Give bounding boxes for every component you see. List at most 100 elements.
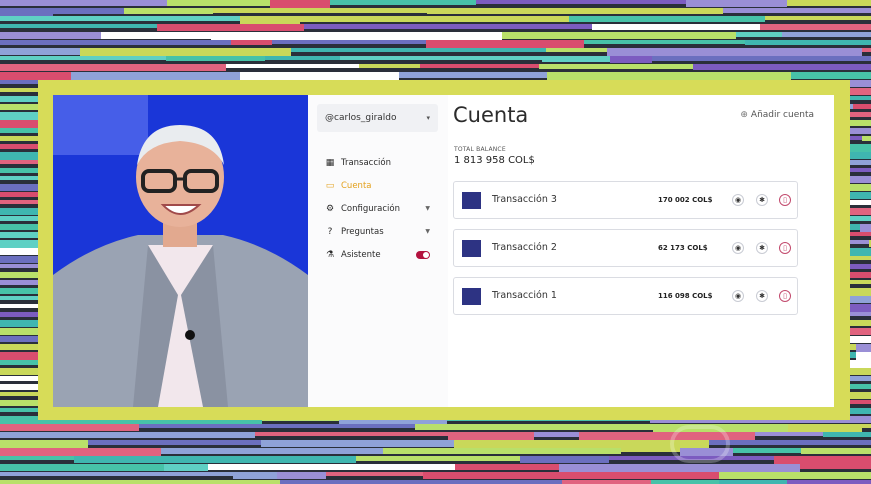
- background-stripe: [330, 0, 476, 5]
- background-stripe: [255, 432, 448, 436]
- background-stripe: [448, 432, 534, 440]
- background-stripe: [291, 48, 546, 52]
- background-stripe: [356, 456, 520, 461]
- view-icon[interactable]: ◉: [732, 242, 744, 254]
- background-stripe: [272, 40, 426, 44]
- settings-icon[interactable]: ✱: [756, 194, 768, 206]
- settings-icon[interactable]: ✱: [756, 242, 768, 254]
- sidebar-nav: ▦ Transacción ▭ Cuenta ⚙ Configuración ▼…: [324, 151, 430, 266]
- background-stripe: [733, 448, 801, 453]
- sidebar-item-preguntas[interactable]: ? Preguntas ▼: [324, 220, 430, 243]
- background-stripe: [862, 136, 871, 141]
- question-icon: ?: [327, 226, 333, 237]
- background-stripe: [0, 72, 71, 80]
- sidebar-item-transaccion[interactable]: ▦ Transacción: [324, 151, 430, 174]
- transaction-thumbnail: [462, 288, 481, 305]
- background-stripe: [0, 8, 53, 16]
- sidebar-item-cuenta[interactable]: ▭ Cuenta: [324, 174, 430, 197]
- background-stripe: [610, 56, 652, 63]
- background-stripe: [0, 464, 164, 471]
- background-stripe: [139, 424, 415, 428]
- user-selector[interactable]: @carlos_giraldo ▾: [317, 104, 438, 132]
- presenter-figure: [53, 125, 308, 407]
- balance-value: 1 813 958 COL$: [454, 155, 535, 166]
- background-stripe: [719, 472, 871, 479]
- channel-logo-watermark: [670, 425, 730, 463]
- transaction-amount: 62 173 COL$: [658, 244, 708, 252]
- transaction-row[interactable]: Transacción 1 116 098 COL$ ◉ ✱ ▯: [453, 277, 798, 315]
- background-stripe: [326, 472, 423, 476]
- background-stripe: [420, 64, 539, 68]
- background-stripe: [0, 64, 226, 71]
- sidebar-item-label: Configuración: [341, 203, 400, 214]
- gear-icon: ⚙: [325, 203, 335, 214]
- transaction-name: Transacción 2: [492, 242, 557, 253]
- background-stripe: [213, 8, 427, 13]
- background-stripe: [562, 480, 651, 484]
- delete-icon[interactable]: ▯: [779, 194, 791, 206]
- settings-icon[interactable]: ✱: [756, 290, 768, 302]
- background-stripe: [569, 16, 765, 22]
- background-stripe: [101, 32, 211, 39]
- background-stripe: [860, 224, 871, 232]
- background-stripe: [0, 56, 166, 60]
- add-account-button[interactable]: ⊕ Añadir cuenta: [740, 110, 814, 120]
- background-stripe: [760, 24, 871, 30]
- background-stripe: [592, 24, 760, 30]
- page-title: Cuenta: [453, 103, 529, 127]
- background-stripe: [80, 48, 291, 56]
- asistente-toggle[interactable]: [416, 250, 430, 259]
- background-stripe: [476, 0, 686, 4]
- background-stripe: [850, 160, 871, 165]
- background-stripe: [862, 48, 871, 52]
- delete-icon[interactable]: ▯: [779, 290, 791, 302]
- background-stripe: [693, 64, 871, 70]
- transaction-row[interactable]: Transacción 2 62 173 COL$ ◉ ✱ ▯: [453, 229, 798, 267]
- background-stripe: [359, 64, 420, 68]
- view-icon[interactable]: ◉: [732, 194, 744, 206]
- background-stripe: [542, 56, 610, 62]
- background-stripe: [607, 48, 862, 56]
- background-stripe: [709, 440, 871, 445]
- background-stripe: [787, 480, 871, 484]
- background-stripe: [853, 104, 871, 109]
- background-stripe: [455, 464, 559, 470]
- background-stripe: [166, 56, 265, 61]
- sidebar-item-configuracion[interactable]: ⚙ Configuración ▼: [324, 197, 430, 220]
- background-stripe: [226, 64, 359, 68]
- background-stripe: [157, 24, 304, 31]
- background-stripe: [53, 8, 124, 14]
- background-stripe: [0, 48, 80, 55]
- background-stripe: [547, 72, 791, 80]
- background-stripe: [0, 456, 74, 460]
- background-stripe: [856, 352, 871, 360]
- view-icon[interactable]: ◉: [732, 290, 744, 302]
- background-stripe: [546, 48, 607, 52]
- delete-icon[interactable]: ▯: [779, 242, 791, 254]
- chevron-down-icon: ▼: [425, 205, 430, 212]
- background-stripe: [426, 40, 584, 48]
- transaction-amount: 116 098 COL$: [658, 292, 713, 300]
- background-stripe: [74, 456, 356, 463]
- background-stripe: [0, 0, 167, 6]
- banking-app-window: @carlos_giraldo ▾ ▦ Transacción ▭ Cuenta…: [308, 95, 834, 407]
- add-account-label: Añadir cuenta: [750, 110, 814, 120]
- background-stripe: [270, 0, 330, 8]
- background-stripe: [277, 472, 326, 479]
- background-stripe: [423, 472, 719, 479]
- background-stripe: [856, 344, 871, 352]
- sidebar-item-asistente[interactable]: ⚗ Asistente: [324, 243, 430, 266]
- background-stripe: [304, 24, 592, 29]
- background-stripe: [88, 440, 261, 445]
- background-stripe: [520, 456, 609, 463]
- transaction-row[interactable]: Transacción 3 170 002 COL$ ◉ ✱ ▯: [453, 181, 798, 219]
- background-stripe: [71, 72, 240, 80]
- background-stripe: [0, 424, 139, 431]
- background-stripe: [0, 320, 43, 327]
- background-stripe: [539, 64, 693, 69]
- background-stripe: [861, 416, 871, 423]
- background-stripe: [0, 40, 231, 45]
- background-stripe: [261, 440, 454, 447]
- background-stripe: [755, 432, 823, 436]
- background-stripe: [0, 480, 280, 484]
